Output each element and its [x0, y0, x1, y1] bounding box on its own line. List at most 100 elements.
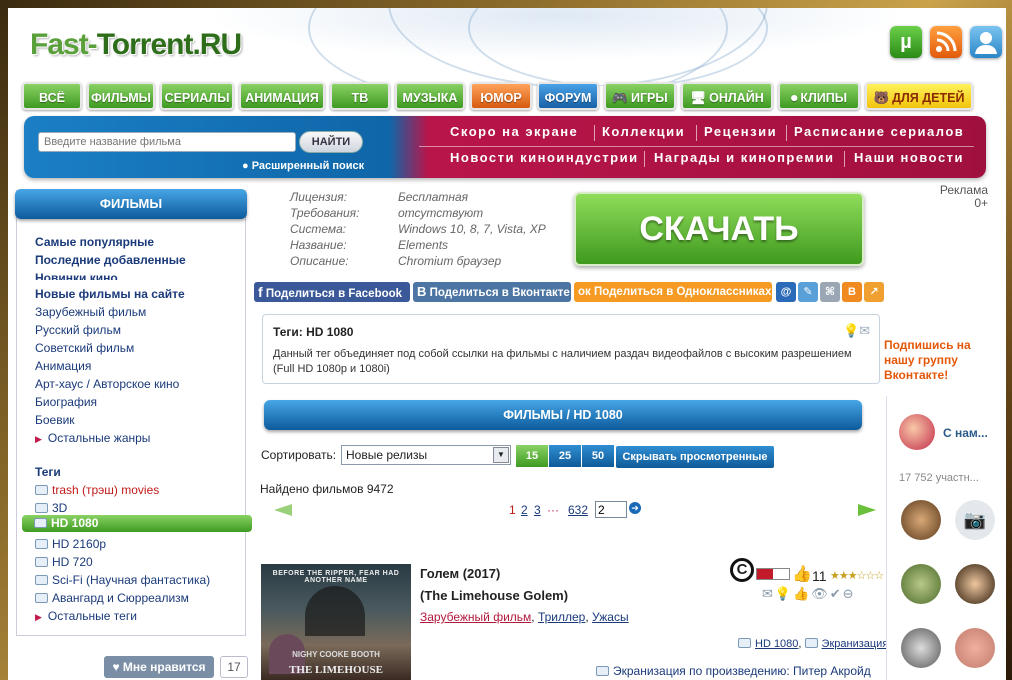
member-avatar[interactable]	[901, 500, 941, 540]
blogger-icon[interactable]: B	[842, 282, 862, 302]
nav-item[interactable]: 🎮 ИГРЫ	[604, 82, 676, 110]
genre-link[interactable]: Ужасы	[592, 610, 629, 624]
sidebar-tag-720[interactable]: HD 720	[35, 555, 93, 569]
page-1[interactable]: 1	[509, 503, 516, 517]
sidebar-tag-scifi[interactable]: Sci-Fi (Научная фантастика)	[35, 573, 210, 587]
nav-item[interactable]: ЮМОР	[470, 82, 532, 110]
per-page-15[interactable]: 15	[516, 445, 548, 467]
nav-label: ОНЛАЙН	[709, 91, 764, 105]
utorrent-icon[interactable]: µ	[890, 26, 922, 58]
per-page-50[interactable]: 50	[582, 445, 614, 467]
nav-label: ФОРУМ	[544, 91, 592, 105]
sidebar-tag-trash[interactable]: trash (трэш) movies	[35, 483, 159, 497]
nav-item[interactable]: АНИМАЦИЯ	[239, 82, 325, 110]
adaptation-author[interactable]: Питер Акройд	[793, 664, 871, 678]
genre-link[interactable]: Триллер	[538, 610, 585, 624]
genre-link[interactable]: Зарубежный фильм	[420, 610, 531, 624]
share-ok-button[interactable]: ок Поделиться в Одноклассниках	[574, 282, 772, 302]
sidebar-item-new-on-site[interactable]: Новые фильмы на сайте	[35, 287, 185, 301]
link-collections[interactable]: Коллекции	[602, 124, 685, 139]
group-avatar[interactable]	[899, 414, 935, 450]
nav-item[interactable]: ФИЛЬМЫ	[87, 82, 155, 110]
divider	[844, 151, 845, 167]
member-avatar[interactable]	[901, 564, 941, 604]
sidebar-tags-title: Теги	[35, 465, 61, 479]
vk-subscribe-link[interactable]: Подпишись на нашу группу Вконтакте!	[884, 338, 994, 383]
sidebar-genre-russian[interactable]: Русский фильм	[35, 323, 121, 337]
sidebar-tag-3d[interactable]: 3D	[35, 501, 67, 515]
hide-watched-button[interactable]: Скрывать просмотренные	[616, 446, 774, 468]
film-actions-icons[interactable]: ✉💡👍👁✔⊖	[762, 586, 880, 604]
lightbulb-mail-icon[interactable]: 💡✉	[843, 323, 873, 338]
nav-item[interactable]: МУЗЫКА	[395, 82, 465, 110]
arrow-left-icon[interactable]	[274, 504, 292, 516]
nav-all[interactable]: ВСЁ	[22, 82, 82, 110]
search-input[interactable]	[38, 132, 296, 152]
sidebar-tag-2160p[interactable]: HD 2160p	[35, 537, 106, 551]
sidebar-genre-soviet[interactable]: Советский фильм	[35, 341, 134, 355]
arrow-right-icon[interactable]	[858, 504, 876, 516]
film-title[interactable]: Голем (2017)	[420, 566, 500, 581]
sidebar-item-new-releases[interactable]: Новинки кино	[35, 271, 118, 280]
like-count: 17	[220, 656, 248, 678]
bookmark-icon[interactable]: ⌘	[820, 282, 840, 302]
download-button[interactable]: СКАЧАТЬ	[574, 192, 864, 266]
sort-select[interactable]: Новые релизы ▼	[341, 445, 511, 465]
tag-icon	[738, 638, 751, 648]
livejournal-icon[interactable]: ✎	[798, 282, 818, 302]
share-vk-button[interactable]: В Поделиться в Вконтакте	[413, 282, 571, 302]
member-avatar[interactable]	[955, 564, 995, 604]
link-industry-news[interactable]: Новости киноиндустрии	[450, 150, 639, 165]
sidebar-item-latest[interactable]: Последние добавленные	[35, 253, 186, 267]
user-icon[interactable]	[970, 26, 1002, 58]
nav-item[interactable]: ⏺ КЛИПЫ	[778, 82, 860, 110]
page-dots: ···	[547, 503, 559, 517]
page-input[interactable]	[595, 501, 627, 518]
page-last[interactable]: 632	[568, 503, 588, 517]
sidebar-tag-hd1080-active[interactable]: HD 1080	[22, 515, 252, 532]
per-page-25[interactable]: 25	[549, 445, 581, 467]
nav-item[interactable]: 🖥 ОНЛАЙН	[681, 82, 773, 110]
divider	[419, 146, 974, 147]
sidebar-item-popular[interactable]: Самые популярные	[35, 235, 154, 249]
share-facebook-button[interactable]: f Поделиться в Facebook	[254, 282, 410, 302]
go-arrow-icon[interactable]: ➜	[629, 502, 641, 514]
search-button[interactable]: НАЙТИ	[299, 131, 363, 153]
sidebar-genre-biography[interactable]: Биография	[35, 395, 97, 409]
page-3[interactable]: 3	[534, 503, 541, 517]
sidebar-genre-action[interactable]: Боевик	[35, 413, 75, 427]
tag-icon	[35, 593, 48, 603]
member-avatar[interactable]	[955, 628, 995, 668]
external-link-icon[interactable]: ↗	[864, 282, 884, 302]
sidebar-genre-arthouse[interactable]: Арт-хаус / Авторское кино	[35, 377, 179, 391]
nav-item[interactable]: ТВ	[330, 82, 390, 110]
film-tag-link[interactable]: Экранизация	[822, 638, 889, 650]
rss-icon[interactable]	[930, 26, 962, 58]
sidebar-genre-foreign[interactable]: Зарубежный фильм	[35, 305, 146, 319]
member-avatar[interactable]	[901, 628, 941, 668]
sidebar-more-genres[interactable]: ▶ Остальные жанры	[35, 431, 150, 445]
sidebar-genre-animation[interactable]: Анимация	[35, 359, 91, 373]
tag-label: HD 2160p	[52, 537, 107, 551]
sidebar-more-tags[interactable]: ▶ Остальные теги	[35, 609, 137, 623]
vk-group-name[interactable]: С нам...	[943, 426, 988, 440]
film-tag-link[interactable]: HD 1080	[755, 638, 798, 650]
nav-item[interactable]: 🐻 ДЛЯ ДЕТЕЙ	[865, 82, 973, 110]
nav-item[interactable]: ФОРУМ	[537, 82, 599, 110]
nav-item[interactable]: СЕРИАЛЫ	[160, 82, 234, 110]
like-button[interactable]: ♥ Мне нравится	[104, 656, 214, 678]
page-2[interactable]: 2	[521, 503, 528, 517]
link-series-schedule[interactable]: Расписание сериалов	[794, 124, 964, 139]
sidebar-tag-avantgarde[interactable]: Авангард и Сюрреализм	[35, 591, 189, 605]
camera-icon[interactable]: 📷	[955, 500, 995, 540]
film-poster[interactable]: BEFORE THE RIPPER, FEAR HAD ANOTHER NAME…	[261, 564, 411, 680]
info-value-description: Chromium браузер	[398, 254, 502, 268]
link-our-news[interactable]: Наши новости	[854, 150, 964, 165]
site-logo[interactable]: Fast-Torrent.RU	[30, 28, 242, 62]
mail-ru-icon[interactable]: @	[776, 282, 796, 302]
tag-label: HD 720	[52, 555, 93, 569]
link-coming-soon[interactable]: Скоро на экране	[450, 124, 578, 139]
link-awards[interactable]: Награды и кинопремии	[654, 150, 835, 165]
link-reviews[interactable]: Рецензии	[704, 124, 777, 139]
advanced-search-link[interactable]: ● Расширенный поиск	[242, 160, 364, 172]
